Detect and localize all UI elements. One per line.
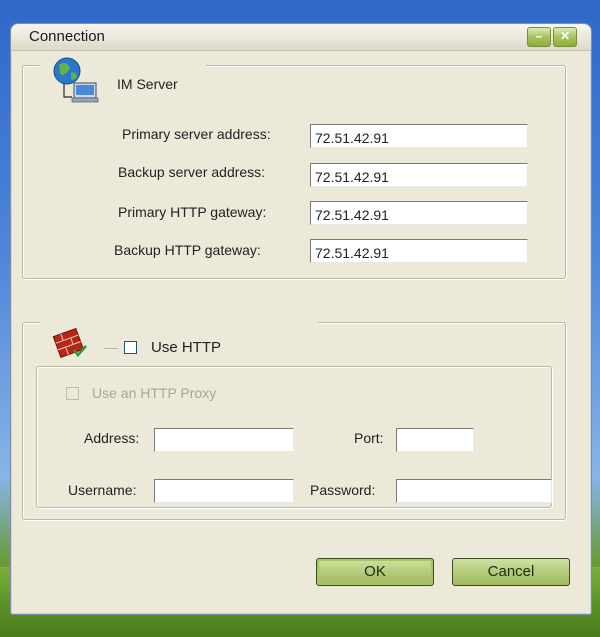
use-proxy-checkbox[interactable] <box>66 387 79 400</box>
use-http-checkbox[interactable] <box>124 341 137 354</box>
ok-button[interactable]: OK <box>316 558 434 586</box>
port-label: Port: <box>354 430 384 446</box>
backup-http-gateway-label: Backup HTTP gateway: <box>114 242 261 258</box>
address-label: Address: <box>84 430 140 446</box>
use-http-label: Use HTTP <box>151 339 222 356</box>
primary-http-gateway-label: Primary HTTP gateway: <box>118 204 267 220</box>
cancel-button[interactable]: Cancel <box>452 558 570 586</box>
backup-server-input[interactable] <box>310 163 528 187</box>
port-input[interactable] <box>396 428 474 452</box>
firewall-bricks-icon <box>52 327 87 359</box>
title-bar[interactable]: Connection – ✕ <box>11 24 591 51</box>
window-title: Connection <box>29 28 105 45</box>
network-globe-icon <box>53 57 99 103</box>
username-label: Username: <box>68 482 137 498</box>
username-input[interactable] <box>154 479 294 503</box>
password-input[interactable] <box>396 479 552 503</box>
im-server-legend: IM Server <box>117 76 178 92</box>
title-bar-buttons: – ✕ <box>525 27 577 47</box>
use-proxy-label: Use an HTTP Proxy <box>92 385 217 401</box>
password-label: Password: <box>310 482 376 498</box>
close-icon[interactable]: ✕ <box>553 27 577 47</box>
address-input[interactable] <box>154 428 294 452</box>
backup-http-gateway-input[interactable] <box>310 239 528 263</box>
minimize-icon[interactable]: – <box>527 27 551 47</box>
primary-http-gateway-input[interactable] <box>310 201 528 225</box>
primary-server-input[interactable] <box>310 124 528 148</box>
backup-server-label: Backup server address: <box>118 164 266 180</box>
primary-server-label: Primary server address: <box>122 126 271 142</box>
